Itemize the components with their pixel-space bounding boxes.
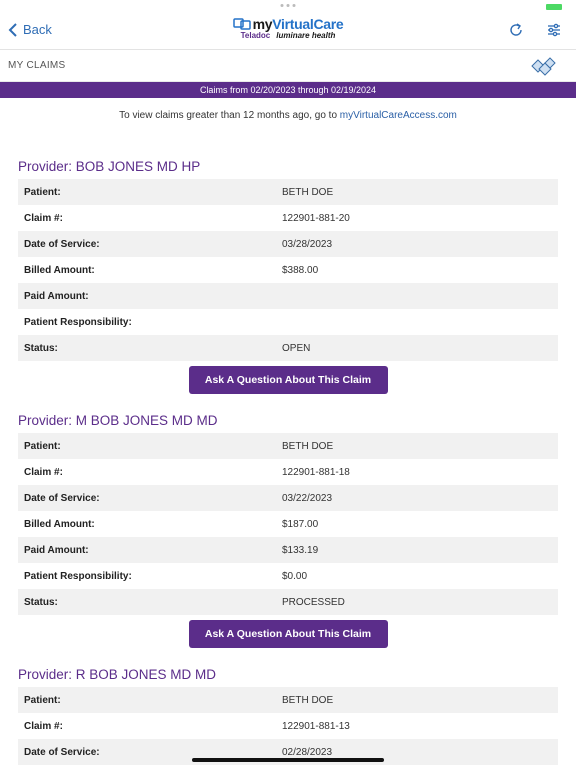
teladoc-logo: Teladoc — [240, 31, 271, 40]
table-row: Date of Service: 03/22/2023 — [18, 485, 558, 511]
app-logo: myVirtualCare Teladoc luminare health — [223, 16, 353, 40]
screens-logo-icon — [232, 18, 251, 30]
table-row: Billed Amount: $388.00 — [24, 264, 319, 276]
table-row: Status: PROCESSED — [18, 589, 558, 615]
claim-card: Provider: M BOB JONES MD MD Patient: BETH… — [18, 409, 558, 651]
status-bar — [0, 0, 576, 12]
table-row: Patient: BETH DOE — [18, 179, 558, 205]
older-claims-info: To view claims greater than 12 months ag… — [119, 110, 457, 121]
filter-sliders-icon[interactable] — [546, 22, 562, 38]
app-header: Back myVirtualCare Teladoc luminare heal… — [0, 12, 576, 50]
page-title: MY CLAIMS — [8, 60, 66, 71]
access-site-link[interactable]: myVirtualCareAccess.com — [340, 110, 457, 121]
back-label: Back — [23, 22, 52, 37]
table-row: Paid Amount: — [18, 283, 558, 309]
ask-question-button[interactable]: Ask A Question About This Claim — [188, 366, 388, 394]
home-indicator[interactable] — [192, 758, 384, 762]
ask-question-button[interactable]: Ask A Question About This Claim — [188, 620, 388, 648]
table-row: Patient: BETH DOE — [18, 687, 558, 713]
status-value: OPEN — [282, 342, 311, 354]
table-row: Billed Amount: $187.00 — [24, 518, 319, 530]
table-row: Patient Responsibility: $0.00 — [24, 570, 308, 582]
chevron-left-icon — [8, 22, 17, 37]
provider-heading: Provider: R BOB JONES MD MD — [18, 667, 217, 682]
provider-heading: Provider: BOB JONES MD HP — [18, 159, 201, 174]
rememberer-diamond-icon[interactable] — [530, 54, 562, 78]
table-row: Patient Responsibility: — [24, 316, 132, 328]
table-row: Status: OPEN — [18, 335, 558, 361]
claim-card: Provider: R BOB JONES MD MD Patient: BETH… — [18, 663, 558, 765]
logo-wordmark: myVirtualCare — [252, 16, 344, 32]
back-button[interactable]: Back — [8, 22, 52, 37]
refresh-icon[interactable] — [508, 22, 524, 38]
luminare-logo: luminare health — [276, 31, 336, 40]
claim-card: Provider: BOB JONES MD HP Patient: BETH D… — [18, 155, 558, 397]
table-row: Date of Service: 03/28/2023 — [18, 231, 558, 257]
table-row: Claim #: 122901-881-18 — [24, 466, 350, 478]
claims-list: Provider: BOB JONES MD HP Patient: BETH D… — [0, 155, 576, 765]
table-row: Patient: BETH DOE — [18, 433, 558, 459]
multitask-dots[interactable] — [280, 4, 296, 7]
status-value: PROCESSED — [282, 596, 345, 608]
table-row: Paid Amount: $133.19 — [18, 537, 558, 563]
title-row: MY CLAIMS — [0, 50, 576, 82]
table-row: Claim #: 122901-881-13 — [24, 720, 350, 732]
table-row: Claim #: 122901-881-20 — [24, 212, 350, 224]
provider-heading: Provider: M BOB JONES MD MD — [18, 413, 218, 428]
battery-icon — [546, 4, 562, 10]
date-range-banner: Claims from 02/20/2023 through 02/19/202… — [0, 82, 576, 98]
